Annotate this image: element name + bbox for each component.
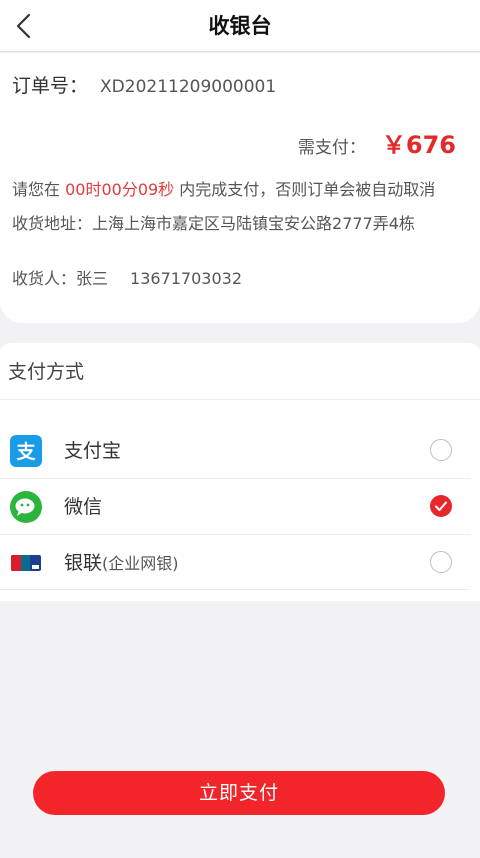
deadline-prefix: 请您在 bbox=[12, 180, 66, 199]
radio-alipay[interactable] bbox=[430, 439, 452, 461]
payment-method-card: 支付方式 支 支付宝 微信 银联(企业网银) bbox=[0, 343, 480, 601]
countdown-timer: 00时00分09秒 bbox=[65, 180, 175, 199]
payment-option-label: 支付宝 bbox=[64, 440, 122, 462]
payment-option-alipay[interactable]: 支 支付宝 bbox=[0, 423, 480, 478]
payment-option-sublabel: (企业网银) bbox=[102, 554, 179, 573]
deadline-suffix: 内完成支付，否则订单会被自动取消 bbox=[174, 180, 436, 199]
order-summary-card: 订单号： XD20211209000001 需支付： ￥676 请您在 00时00… bbox=[0, 53, 480, 323]
payment-option-unionpay[interactable]: 银联(企业网银) bbox=[0, 535, 480, 590]
order-number-value: XD20211209000001 bbox=[100, 77, 277, 97]
radio-unionpay[interactable] bbox=[430, 551, 452, 573]
receiver-phone: 13671703032 bbox=[130, 269, 243, 288]
radio-wechat-selected[interactable] bbox=[430, 495, 452, 517]
wechat-icon bbox=[10, 491, 42, 523]
order-number-label: 订单号： bbox=[12, 75, 89, 97]
receiver-label: 收货人： bbox=[12, 269, 77, 288]
check-icon bbox=[435, 501, 447, 511]
pay-now-button[interactable]: 立即支付 bbox=[33, 771, 445, 815]
unionpay-icon bbox=[11, 555, 41, 571]
payment-option-wechat[interactable]: 微信 bbox=[0, 479, 480, 534]
amount-due-row: 需支付： ￥676 bbox=[298, 125, 456, 160]
svg-text:支: 支 bbox=[15, 441, 36, 463]
receiver-info: 收货人：张三 13671703032 bbox=[12, 267, 468, 291]
divider bbox=[0, 399, 480, 400]
payment-deadline-notice: 请您在 00时00分09秒 内完成支付，否则订单会被自动取消 bbox=[12, 178, 468, 202]
shipping-address: 收货地址：上海上海市嘉定区马陆镇宝安公路2777弄4栋 bbox=[12, 212, 468, 236]
receiver-name: 张三 bbox=[76, 269, 109, 288]
alipay-icon: 支 bbox=[10, 435, 42, 467]
payment-option-label: 微信 bbox=[64, 496, 103, 518]
top-bar: 收银台 bbox=[0, 0, 480, 52]
address-value: 上海上海市嘉定区马陆镇宝安公路2777弄4栋 bbox=[92, 214, 415, 233]
payment-option-label: 银联 bbox=[64, 552, 103, 574]
amount-due-label: 需支付： bbox=[297, 138, 366, 158]
order-number-row: 订单号： XD20211209000001 bbox=[12, 71, 276, 98]
payment-method-title: 支付方式 bbox=[8, 361, 85, 383]
divider bbox=[0, 589, 470, 590]
address-label: 收货地址： bbox=[12, 214, 93, 233]
page-title: 收银台 bbox=[208, 14, 272, 38]
amount-due-value: ￥676 bbox=[381, 131, 456, 159]
